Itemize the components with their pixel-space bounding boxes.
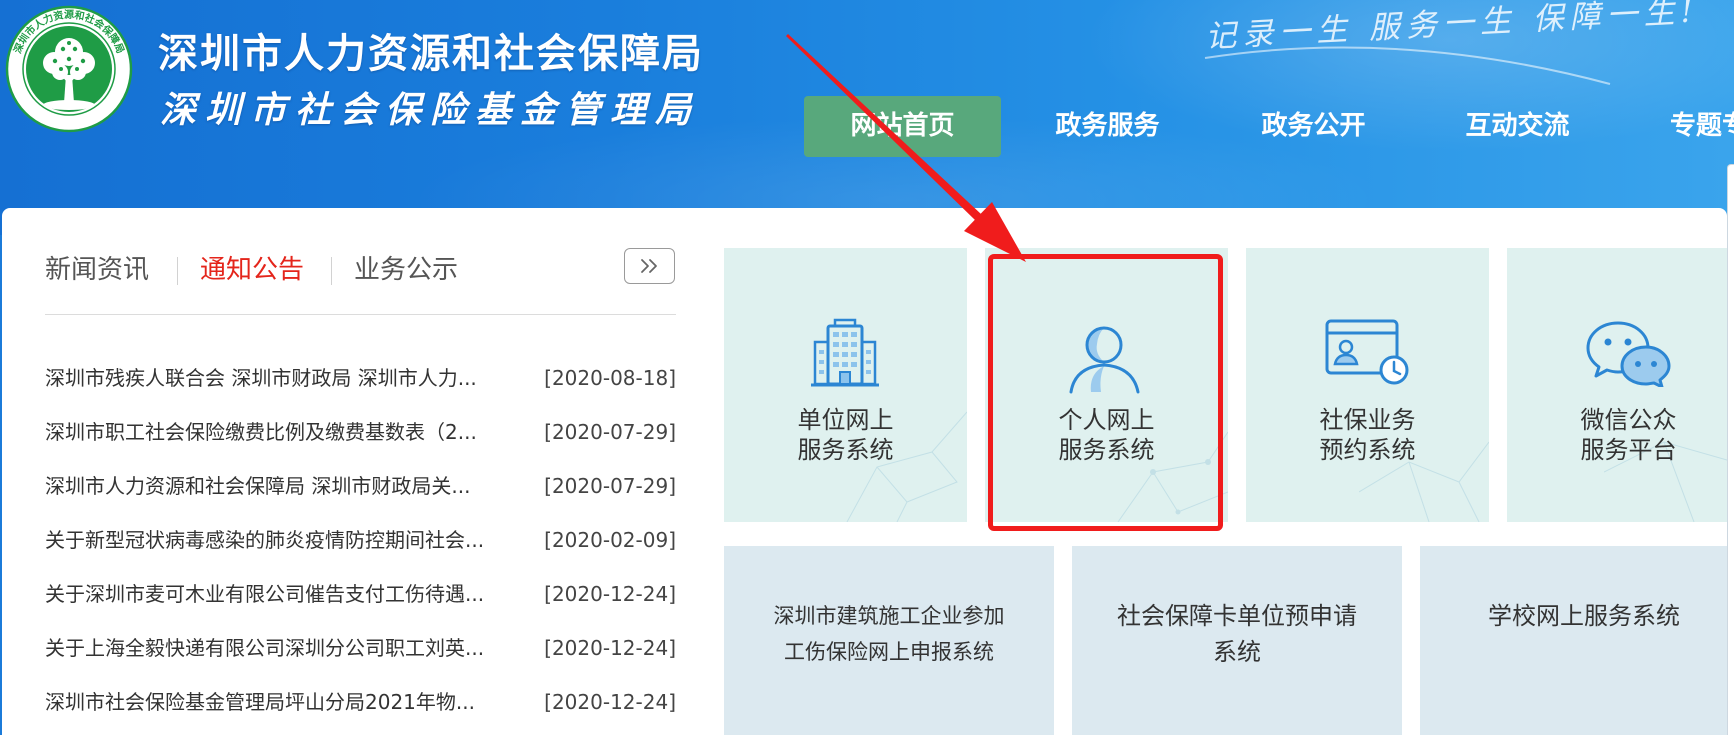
side-panel-edge <box>1727 164 1734 735</box>
tile-label-line: 社会保障卡单位预申请 <box>1117 602 1357 630</box>
news-item[interactable]: 关于深圳市麦可木业有限公司催告支付工伤待遇... [2020-12-24] <box>45 567 676 621</box>
tile-label[interactable]: 微信公众 服务平台 <box>1507 405 1734 465</box>
appointment-calendar-icon <box>1325 319 1409 385</box>
tile-label-line: 工伤保险网上申报系统 <box>784 640 994 664</box>
site-subtitle: 深圳市社会保险基金管理局 <box>160 89 701 131</box>
wechat-icon <box>1586 321 1671 387</box>
nav-home[interactable]: 网站首页 <box>804 96 1001 157</box>
service-tile-wechat[interactable]: 微信公众 服务平台 <box>1507 248 1734 522</box>
news-title[interactable]: 深圳市人力资源和社会保障局 深圳市财政局关... <box>45 459 495 513</box>
tile-label[interactable]: 社会保障卡单位预申请 系统 <box>1072 598 1402 670</box>
service-tile-unit-online[interactable]: 单位网上 服务系统 <box>724 248 967 522</box>
news-item[interactable]: 关于新型冠状病毒感染的肺炎疫情防控期间社会... [2020-02-09] <box>45 513 676 567</box>
tile-label-line: 微信公众 <box>1580 406 1677 434</box>
service-tile-appointment[interactable]: 社保业务 预约系统 <box>1246 248 1489 522</box>
tab-divider <box>177 257 178 285</box>
service-tile-construction-injury[interactable]: 深圳市建筑施工企业参加 工伤保险网上申报系统 <box>724 546 1054 735</box>
news-title[interactable]: 关于深圳市麦可木业有限公司催告支付工伤待遇... <box>45 567 495 621</box>
tile-label-line: 系统 <box>1213 638 1261 666</box>
news-date: [2020-12-24] <box>544 690 676 714</box>
news-title[interactable]: 关于新型冠状病毒感染的肺炎疫情防控期间社会... <box>45 513 495 567</box>
news-title[interactable]: 关于上海全毅快递有限公司深圳分公司职工刘英... <box>45 621 495 675</box>
tab-news[interactable]: 新闻资讯 <box>45 252 149 288</box>
nav-interaction[interactable]: 互动交流 <box>1419 96 1616 157</box>
news-date: [2020-08-18] <box>544 366 676 390</box>
news-date: [2020-07-29] <box>544 420 676 444</box>
tile-label-line: 社保业务 <box>1319 406 1416 434</box>
double-chevron-right-icon <box>640 259 657 273</box>
highlight-box <box>988 254 1223 531</box>
news-item[interactable]: 深圳市残疾人联合会 深圳市财政局 深圳市人力... [2020-08-18] <box>45 351 676 405</box>
tile-label[interactable]: 深圳市建筑施工企业参加 工伤保险网上申报系统 <box>724 598 1054 670</box>
service-tile-social-security-card[interactable]: 社会保障卡单位预申请 系统 <box>1072 546 1402 735</box>
news-title[interactable]: 深圳市残疾人联合会 深圳市财政局 深圳市人力... <box>45 351 495 405</box>
news-title[interactable]: 深圳市职工社会保险缴费比例及缴费基数表（2... <box>45 405 495 459</box>
tile-label-line: 学校网上服务系统 <box>1488 602 1680 630</box>
nav-government-services[interactable]: 政务服务 <box>1009 96 1206 157</box>
tab-notices[interactable]: 通知公告 <box>200 252 304 288</box>
site-title: 深圳市人力资源和社会保障局 <box>158 31 704 77</box>
tile-label-line: 深圳市建筑施工企业参加 <box>773 604 1005 628</box>
nav-government-disclosure[interactable]: 政务公开 <box>1215 96 1412 157</box>
tile-label[interactable]: 单位网上 服务系统 <box>724 405 967 465</box>
site-header: 深圳市人力资源和社会保障局 深圳市人力资源和社会保障局 深圳市社会保险基金管理局… <box>0 0 1734 235</box>
news-item[interactable]: 深圳市职工社会保险缴费比例及缴费基数表（2... [2020-07-29] <box>45 405 676 459</box>
news-date: [2020-07-29] <box>544 474 676 498</box>
tab-underline <box>45 314 676 315</box>
tile-label-line: 服务系统 <box>797 436 894 464</box>
service-tile-school-online[interactable]: 学校网上服务系统 <box>1420 546 1734 735</box>
tab-divider <box>331 257 332 285</box>
news-title[interactable]: 深圳市社会保险基金管理局坪山分局2021年物... <box>45 675 495 729</box>
more-button[interactable] <box>624 248 675 284</box>
news-item[interactable]: 深圳市社会保险基金管理局坪山分局2021年物... [2020-12-24] <box>45 675 676 729</box>
news-item[interactable]: 关于上海全毅快递有限公司深圳分公司职工刘英... [2020-12-24] <box>45 621 676 675</box>
tile-label-line: 单位网上 <box>797 406 894 434</box>
news-item[interactable]: 深圳市人力资源和社会保障局 深圳市财政局关... [2020-07-29] <box>45 459 676 513</box>
building-icon <box>811 318 879 387</box>
tile-label[interactable]: 社保业务 预约系统 <box>1246 405 1489 465</box>
bureau-logo[interactable]: 深圳市人力资源和社会保障局 <box>5 5 133 133</box>
tile-label[interactable]: 学校网上服务系统 <box>1420 598 1734 634</box>
nav-special-topics[interactable]: 专题专 <box>1670 96 1734 157</box>
tile-label-line: 服务平台 <box>1580 436 1677 464</box>
tab-business-publicity[interactable]: 业务公示 <box>354 252 458 288</box>
tile-label-line: 预约系统 <box>1319 436 1416 464</box>
news-date: [2020-12-24] <box>544 582 676 606</box>
news-date: [2020-12-24] <box>544 636 676 660</box>
news-date: [2020-02-09] <box>544 528 676 552</box>
